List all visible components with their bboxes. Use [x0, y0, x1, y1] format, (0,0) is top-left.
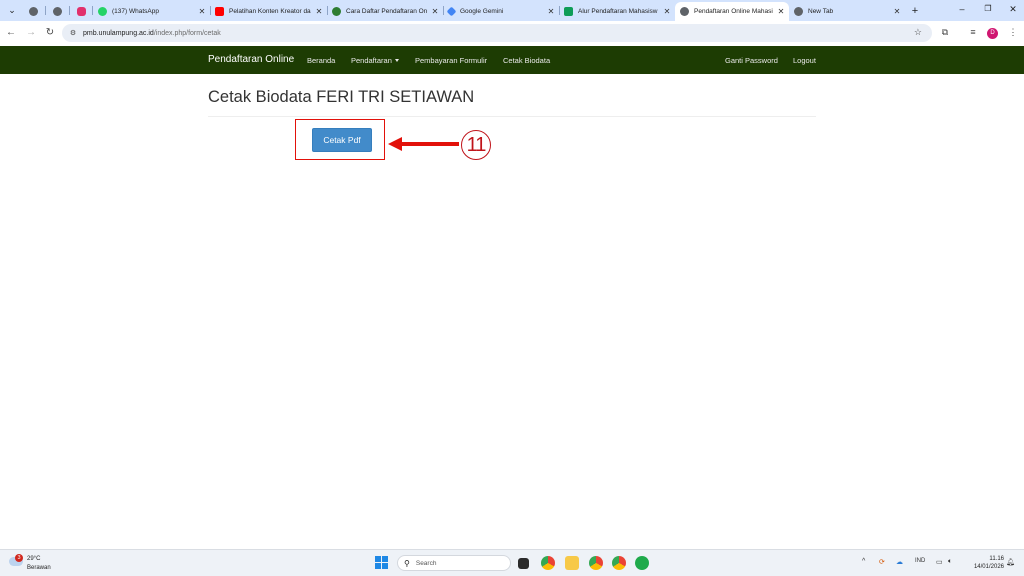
tab-whatsapp[interactable]: (137) WhatsApp ✕ — [93, 2, 210, 21]
close-tab-icon[interactable]: ✕ — [662, 7, 672, 16]
taskbar-search[interactable]: ⚲ Search — [397, 555, 511, 571]
back-arrow-icon[interactable]: ← — [5, 27, 17, 39]
tab-alur-pendaftaran[interactable]: Alur Pendaftaran Mahasisw ✕ — [559, 2, 675, 21]
site-navbar: Pendaftaran Online Beranda Pendaftaran P… — [0, 46, 1024, 74]
url-host: pmb.unulampung.ac.id — [83, 29, 154, 37]
clock-date: 14/01/2026 — [973, 564, 1004, 570]
tab-pinned-3[interactable] — [70, 2, 92, 21]
site-icon — [332, 7, 341, 16]
bookmark-star-icon[interactable]: ☆ — [914, 27, 922, 38]
browser-toolbar: ← → ↻ ⚙ pmb.unulampung.ac.id /index.php/… — [0, 21, 1024, 46]
nav-item-cetak-biodata[interactable]: Cetak Biodata — [503, 56, 550, 65]
nav-item-pembayaran-formulir[interactable]: Pembayaran Formulir — [415, 56, 487, 65]
weather-widget[interactable]: 3 29°C Berawan — [9, 554, 69, 574]
chevron-up-icon[interactable]: ^ — [862, 558, 865, 565]
close-window-icon[interactable]: ✕ — [1007, 4, 1019, 15]
tab-title: Alur Pendaftaran Mahasisw — [578, 8, 658, 15]
divider — [208, 115, 816, 117]
chrome-icon — [794, 7, 803, 16]
tab-title: New Tab — [808, 8, 834, 15]
search-placeholder: Search — [415, 559, 437, 567]
weather-condition: Berawan — [27, 565, 51, 571]
tab-search-chevron-icon[interactable]: ⌄ — [4, 3, 20, 18]
sheets-icon — [564, 7, 573, 16]
globe-icon — [680, 7, 689, 16]
globe-icon — [52, 7, 62, 16]
nav-item-logout[interactable]: Logout — [793, 56, 816, 65]
navbar-brand[interactable]: Pendaftaran Online — [208, 54, 294, 65]
caret-down-icon — [394, 59, 399, 63]
gemini-icon — [446, 6, 457, 17]
close-tab-icon[interactable]: ✕ — [430, 7, 440, 16]
chrome-icon[interactable] — [541, 556, 555, 570]
notification-bell-icon[interactable]: 🔔︎ — [1006, 558, 1015, 566]
clock[interactable]: 11.16 14/01/2026 — [968, 555, 1004, 571]
youtube-icon — [215, 7, 224, 16]
menu-kebab-icon[interactable]: ⋮ — [1007, 27, 1019, 38]
chrome-profile-icon[interactable] — [612, 556, 626, 570]
chrome-profile-icon[interactable] — [589, 556, 603, 570]
page-title: Cetak Biodata FERI TRI SETIAWAN — [208, 88, 475, 106]
url-path: /index.php/form/cetak — [153, 29, 221, 37]
tab-pelatihan[interactable]: Pelatihan Konten Kreator da ✕ — [210, 2, 327, 21]
weather-temp: 29°C — [27, 556, 41, 562]
tab-cara-daftar[interactable]: Cara Daftar Pendaftaran On ✕ — [327, 2, 443, 21]
file-explorer-icon[interactable] — [565, 556, 579, 570]
close-tab-icon[interactable]: ✕ — [776, 7, 786, 16]
close-tab-icon[interactable]: ✕ — [892, 7, 902, 16]
whatsapp-icon — [98, 7, 107, 16]
task-view-icon[interactable] — [518, 558, 529, 569]
tab-new-tab[interactable]: New Tab ✕ — [789, 2, 905, 21]
browser-tab-strip: ⌄ (137) WhatsApp ✕ Pelatihan Konten Krea… — [0, 0, 1024, 21]
profile-avatar[interactable]: D — [987, 28, 998, 39]
tab-pinned-1[interactable] — [22, 2, 44, 21]
restore-icon[interactable]: ❐ — [982, 4, 994, 13]
windows-taskbar: 3 29°C Berawan ⚲ Search ^ ⟳ ☁ IND ▭ 🔈︎ 1… — [0, 549, 1024, 576]
reload-icon[interactable]: ↻ — [44, 27, 56, 39]
site-info-icon[interactable]: ⚙ — [68, 29, 78, 37]
nav-item-pendaftaran[interactable]: Pendaftaran — [351, 56, 399, 65]
address-bar[interactable]: ⚙ pmb.unulampung.ac.id /index.php/form/c… — [62, 24, 932, 42]
tab-pinned-2[interactable] — [46, 2, 68, 21]
clock-time: 11.16 — [989, 556, 1004, 562]
sync-icon[interactable]: ⟳ — [879, 558, 885, 566]
windows-start-icon[interactable] — [375, 556, 388, 569]
search-icon: ⚲ — [404, 558, 410, 568]
media-control-icon[interactable]: ≡ — [967, 27, 979, 37]
tab-title: Pendaftaran Online Mahasi — [694, 8, 773, 15]
tab-pendaftaran-online[interactable]: Pendaftaran Online Mahasi ✕ — [675, 2, 789, 21]
extensions-icon[interactable]: ⧉ — [939, 27, 951, 38]
language-indicator[interactable]: IND — [915, 558, 925, 564]
new-tab-plus-icon[interactable]: + — [907, 3, 923, 18]
globe-icon — [28, 7, 38, 16]
tab-gemini[interactable]: Google Gemini ✕ — [443, 2, 559, 21]
nav-item-beranda[interactable]: Beranda — [307, 56, 335, 65]
forward-arrow-icon[interactable]: → — [25, 27, 37, 39]
minimize-icon[interactable]: – — [956, 4, 968, 14]
instagram-icon — [76, 7, 86, 16]
step-number-badge: 11 — [461, 130, 491, 160]
nav-item-ganti-password[interactable]: Ganti Password — [725, 56, 778, 65]
volume-icon[interactable]: 🔈︎ — [948, 558, 952, 566]
tab-title: Google Gemini — [460, 8, 504, 15]
tab-title: (137) WhatsApp — [112, 8, 159, 15]
close-tab-icon[interactable]: ✕ — [546, 7, 556, 16]
tab-title: Cara Daftar Pendaftaran On — [346, 8, 428, 15]
arrow-left-icon — [388, 137, 459, 151]
close-tab-icon[interactable]: ✕ — [197, 7, 207, 16]
tab-title: Pelatihan Konten Kreator da — [229, 8, 311, 15]
notification-badge: 3 — [15, 554, 23, 562]
close-tab-icon[interactable]: ✕ — [314, 7, 324, 16]
network-icon[interactable]: ▭ — [936, 558, 943, 566]
onedrive-cloud-icon[interactable]: ☁ — [896, 558, 903, 566]
cetak-pdf-button[interactable]: Cetak Pdf — [312, 128, 372, 152]
app-icon[interactable] — [635, 556, 649, 570]
nav-item-label: Pendaftaran — [351, 55, 392, 65]
